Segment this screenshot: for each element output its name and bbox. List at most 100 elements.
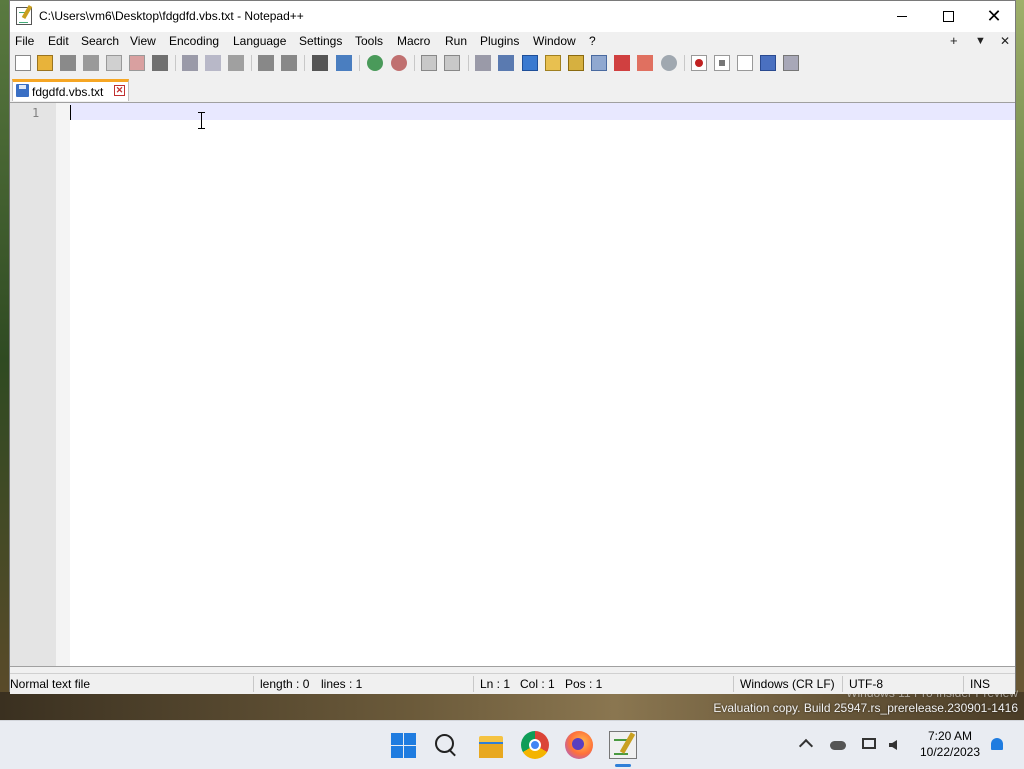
window-title: C:\Users\vm6\Desktop\fdgdfd.vbs.txt - No… [39,9,304,23]
tab-fdgdfd-vbs-txt[interactable]: fdgdfd.vbs.txt ✕ [12,79,129,101]
status-lines: lines : 1 [321,677,363,691]
start-tile-3 [391,746,403,758]
cut-icon[interactable] [182,55,198,71]
menu-run[interactable]: Run [445,34,467,48]
text-caret [70,105,71,120]
sync-vertical-scroll-icon[interactable] [421,55,437,71]
tab-bar: fdgdfd.vbs.txt ✕ [10,77,1015,102]
menu-language[interactable]: Language [233,34,286,48]
menu-edit[interactable]: Edit [48,34,69,48]
record-macro-icon[interactable] [691,55,707,71]
status-pos: Pos : 1 [565,677,603,691]
start-tile-2 [404,733,416,745]
show-all-characters-icon[interactable] [498,55,514,71]
close-document-button[interactable]: ✕ [1000,34,1010,48]
folder-as-workspace-icon[interactable] [637,55,653,71]
sound-muted-icon[interactable] [887,736,905,754]
menu-help[interactable]: ? [589,34,596,48]
menu-settings[interactable]: Settings [299,34,342,48]
playback-macro-icon[interactable] [737,55,753,71]
tab-list-dropdown-button[interactable]: ▼ [975,35,986,47]
toolbar-separator [251,55,252,71]
function-list-icon[interactable] [614,55,630,71]
notepadpp-app-icon[interactable] [16,7,32,25]
toolbar-separator [414,55,415,71]
menu-file[interactable]: File [15,34,34,48]
document-map-icon[interactable] [568,55,584,71]
text-editor[interactable] [70,103,1015,666]
stop-recording-icon[interactable] [714,55,730,71]
toolbar-separator [175,55,176,71]
save-icon[interactable] [60,55,76,71]
chrome-icon[interactable] [521,731,549,759]
title-bar[interactable]: C:\Users\vm6\Desktop\fdgdfd.vbs.txt - No… [10,1,1015,32]
toolbar-separator [684,55,685,71]
open-file-icon[interactable] [37,55,53,71]
maximize-button[interactable] [925,1,971,32]
ibeam-cursor-icon [197,112,206,129]
redo-icon[interactable] [281,55,297,71]
document-list-icon[interactable] [591,55,607,71]
show-hidden-icons-chevron-icon[interactable] [797,736,815,754]
line-number: 1 [32,106,40,120]
menu-plugins[interactable]: Plugins [480,34,519,48]
new-tab-plus-button[interactable]: + [950,33,958,48]
toolbar-separator [304,55,305,71]
notepadpp-window: C:\Users\vm6\Desktop\fdgdfd.vbs.txt - No… [9,0,1016,694]
tab-close-icon[interactable]: ✕ [114,85,125,96]
status-separator [842,676,843,692]
line-number-gutter[interactable]: 1 [10,103,56,666]
notification-bell-icon[interactable] [988,736,1006,754]
record-dot [695,59,703,67]
status-insert-mode[interactable]: INS [970,677,990,691]
toolbar [10,52,1015,74]
new-file-icon[interactable] [15,55,31,71]
menu-window[interactable]: Window [533,34,576,48]
menu-encoding[interactable]: Encoding [169,34,219,48]
taskbar-clock[interactable]: 7:20 AM 10/22/2023 [910,728,990,760]
onedrive-cloud-icon[interactable] [829,736,847,754]
save-macro-icon[interactable] [783,55,799,71]
menu-tools[interactable]: Tools [355,34,383,48]
menu-bar: File Edit Search View Encoding Language … [10,32,1015,52]
taskbar-search-icon[interactable] [432,731,460,759]
user-defined-language-icon[interactable] [545,55,561,71]
status-length: length : 0 [260,677,310,691]
close-window-button[interactable]: ✕ [971,1,1017,32]
toolbar-separator [359,55,360,71]
monitoring-icon[interactable] [661,55,677,71]
minimize-button[interactable] [879,1,925,32]
fold-margin[interactable] [56,103,70,666]
word-wrap-icon[interactable] [475,55,491,71]
menu-view[interactable]: View [130,34,156,48]
taskbar: 7:20 AM 10/22/2023 [0,720,1024,769]
undo-icon[interactable] [258,55,274,71]
start-tile-1 [391,733,403,745]
copy-icon[interactable] [205,55,221,71]
status-encoding[interactable]: UTF-8 [849,677,883,691]
watermark-line-2: Evaluation copy. Build 25947.rs_prerelea… [713,701,1018,715]
file-explorer-icon[interactable] [477,731,505,759]
find-icon[interactable] [312,55,328,71]
network-icon[interactable] [861,736,879,754]
close-all-icon[interactable] [129,55,145,71]
menu-search[interactable]: Search [81,34,119,48]
replace-icon[interactable] [336,55,352,71]
print-icon[interactable] [152,55,168,71]
close-file-icon[interactable] [106,55,122,71]
saved-file-icon [16,84,29,97]
indent-guide-icon[interactable] [522,55,538,71]
paste-icon[interactable] [228,55,244,71]
save-all-icon[interactable] [83,55,99,71]
menu-macro[interactable]: Macro [397,34,430,48]
windows-start-icon[interactable] [389,731,417,759]
run-macro-multiple-icon[interactable] [760,55,776,71]
notepadpp-taskbar-icon[interactable] [609,731,637,759]
sync-horizontal-scroll-icon[interactable] [444,55,460,71]
status-eol[interactable]: Windows (CR LF) [740,677,835,691]
tab-label: fdgdfd.vbs.txt [32,85,104,99]
zoom-out-icon[interactable] [391,55,407,71]
zoom-in-icon[interactable] [367,55,383,71]
status-separator [253,676,254,692]
firefox-icon[interactable] [565,731,593,759]
